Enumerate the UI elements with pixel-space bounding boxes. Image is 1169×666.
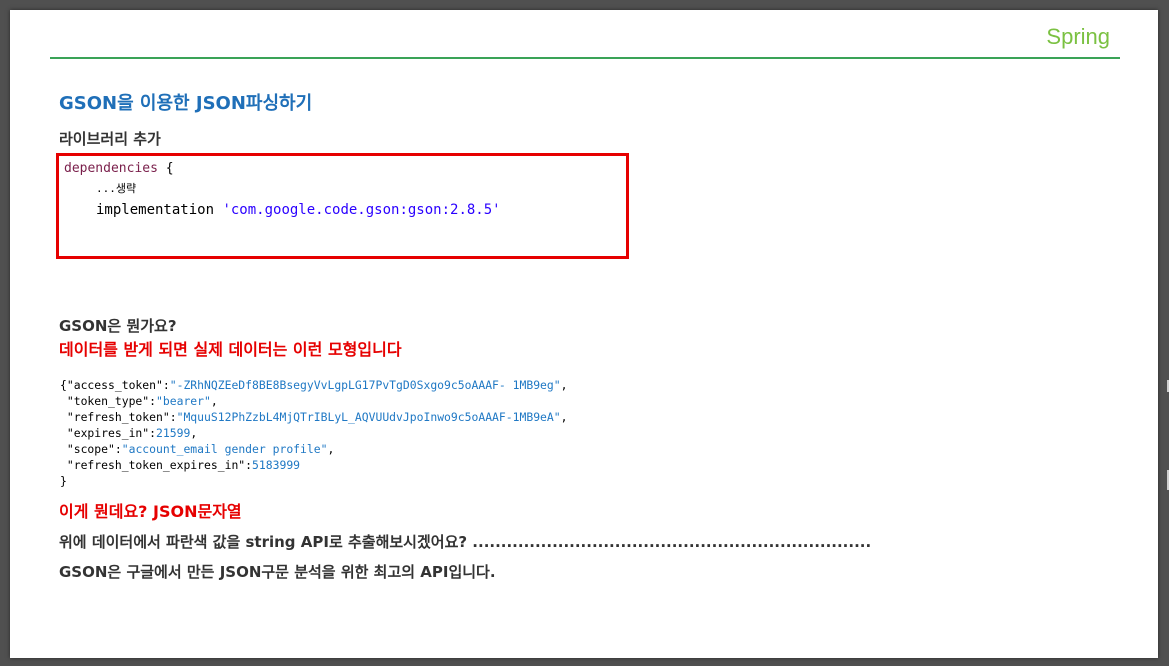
json-row: "token_type":"bearer",: [60, 393, 568, 409]
json-open-brace: {"access_token":"-ZRhNQZEeDf8BE8BsegyVvL…: [60, 377, 568, 393]
document-viewer: Spring GSON을 이용한 JSON파싱하기 라이브러리 추가 depen…: [0, 0, 1169, 666]
json-open: {: [60, 378, 67, 392]
json-example-block: {"access_token":"-ZRhNQZEeDf8BE8BsegyVvL…: [60, 377, 568, 489]
code-impl-keyword: implementation: [96, 202, 223, 218]
json-value: 21599: [156, 426, 191, 440]
json-suffix: ,: [560, 378, 568, 392]
json-key: "access_token":: [66, 378, 170, 392]
json-key: "refresh_token_expires_in":: [60, 458, 253, 472]
explain-line: 데이터를 받게 되면 실제 데이터는 이런 모형입니다: [59, 340, 402, 359]
json-suffix: ,: [560, 410, 568, 424]
code-brace: {: [157, 161, 174, 176]
json-value: "account_email gender profile": [121, 442, 328, 456]
code-keyword: dependencies: [64, 161, 158, 176]
json-row: "refresh_token":"MquuS12PhZzbL4MjQTrIBLy…: [60, 409, 568, 425]
library-section-label: 라이브러리 추가: [59, 130, 161, 148]
header-divider: [50, 57, 1120, 59]
json-suffix: ,: [327, 442, 335, 456]
json-row: "refresh_token_expires_in":5183999: [60, 457, 568, 473]
dependency-code-box: dependencies { ...생략 implementation 'com…: [56, 153, 629, 259]
json-caption: 이게 뭔데요? JSON문자열: [59, 502, 242, 521]
json-key: "token_type":: [60, 394, 157, 408]
code-impl-value: 'com.google.code.gson:gson:2.8.5': [222, 202, 501, 218]
json-value: "-ZRhNQZEeDf8BE8BsegyVvLgpLG17PvTgD0Sxgo…: [169, 378, 561, 392]
summary-line: GSON은 구글에서 만든 JSON구문 분석을 위한 최고의 API입니다.: [59, 563, 496, 581]
json-row: "expires_in":21599,: [60, 425, 568, 441]
brand-label: Spring: [1046, 24, 1110, 49]
json-close-brace: }: [60, 474, 67, 488]
task-line: 위에 데이터에서 파란색 값을 string API로 추출해보시겠어요? ..…: [59, 533, 872, 551]
code-line-implementation: implementation 'com.google.code.gson:gso…: [96, 202, 501, 218]
json-row: "scope":"account_email gender profile",: [60, 441, 568, 457]
json-value: "bearer": [156, 394, 211, 408]
code-line-omitted: ...생략: [96, 182, 137, 195]
code-line-dependencies: dependencies {: [64, 161, 174, 176]
slide-page: Spring GSON을 이용한 JSON파싱하기 라이브러리 추가 depen…: [10, 10, 1158, 658]
json-suffix: ,: [190, 426, 198, 440]
json-key: "scope":: [60, 442, 122, 456]
json-suffix: ,: [210, 394, 218, 408]
json-value: "MquuS12PhZzbL4MjQTrIBLyL_AQVUUdvJpoInwo…: [176, 410, 561, 424]
json-key: "refresh_token":: [60, 410, 177, 424]
json-value: 5183999: [252, 458, 301, 472]
slide-title: GSON을 이용한 JSON파싱하기: [59, 93, 313, 114]
question-line: GSON은 뭔가요?: [59, 317, 177, 335]
json-key: "expires_in":: [60, 426, 157, 440]
